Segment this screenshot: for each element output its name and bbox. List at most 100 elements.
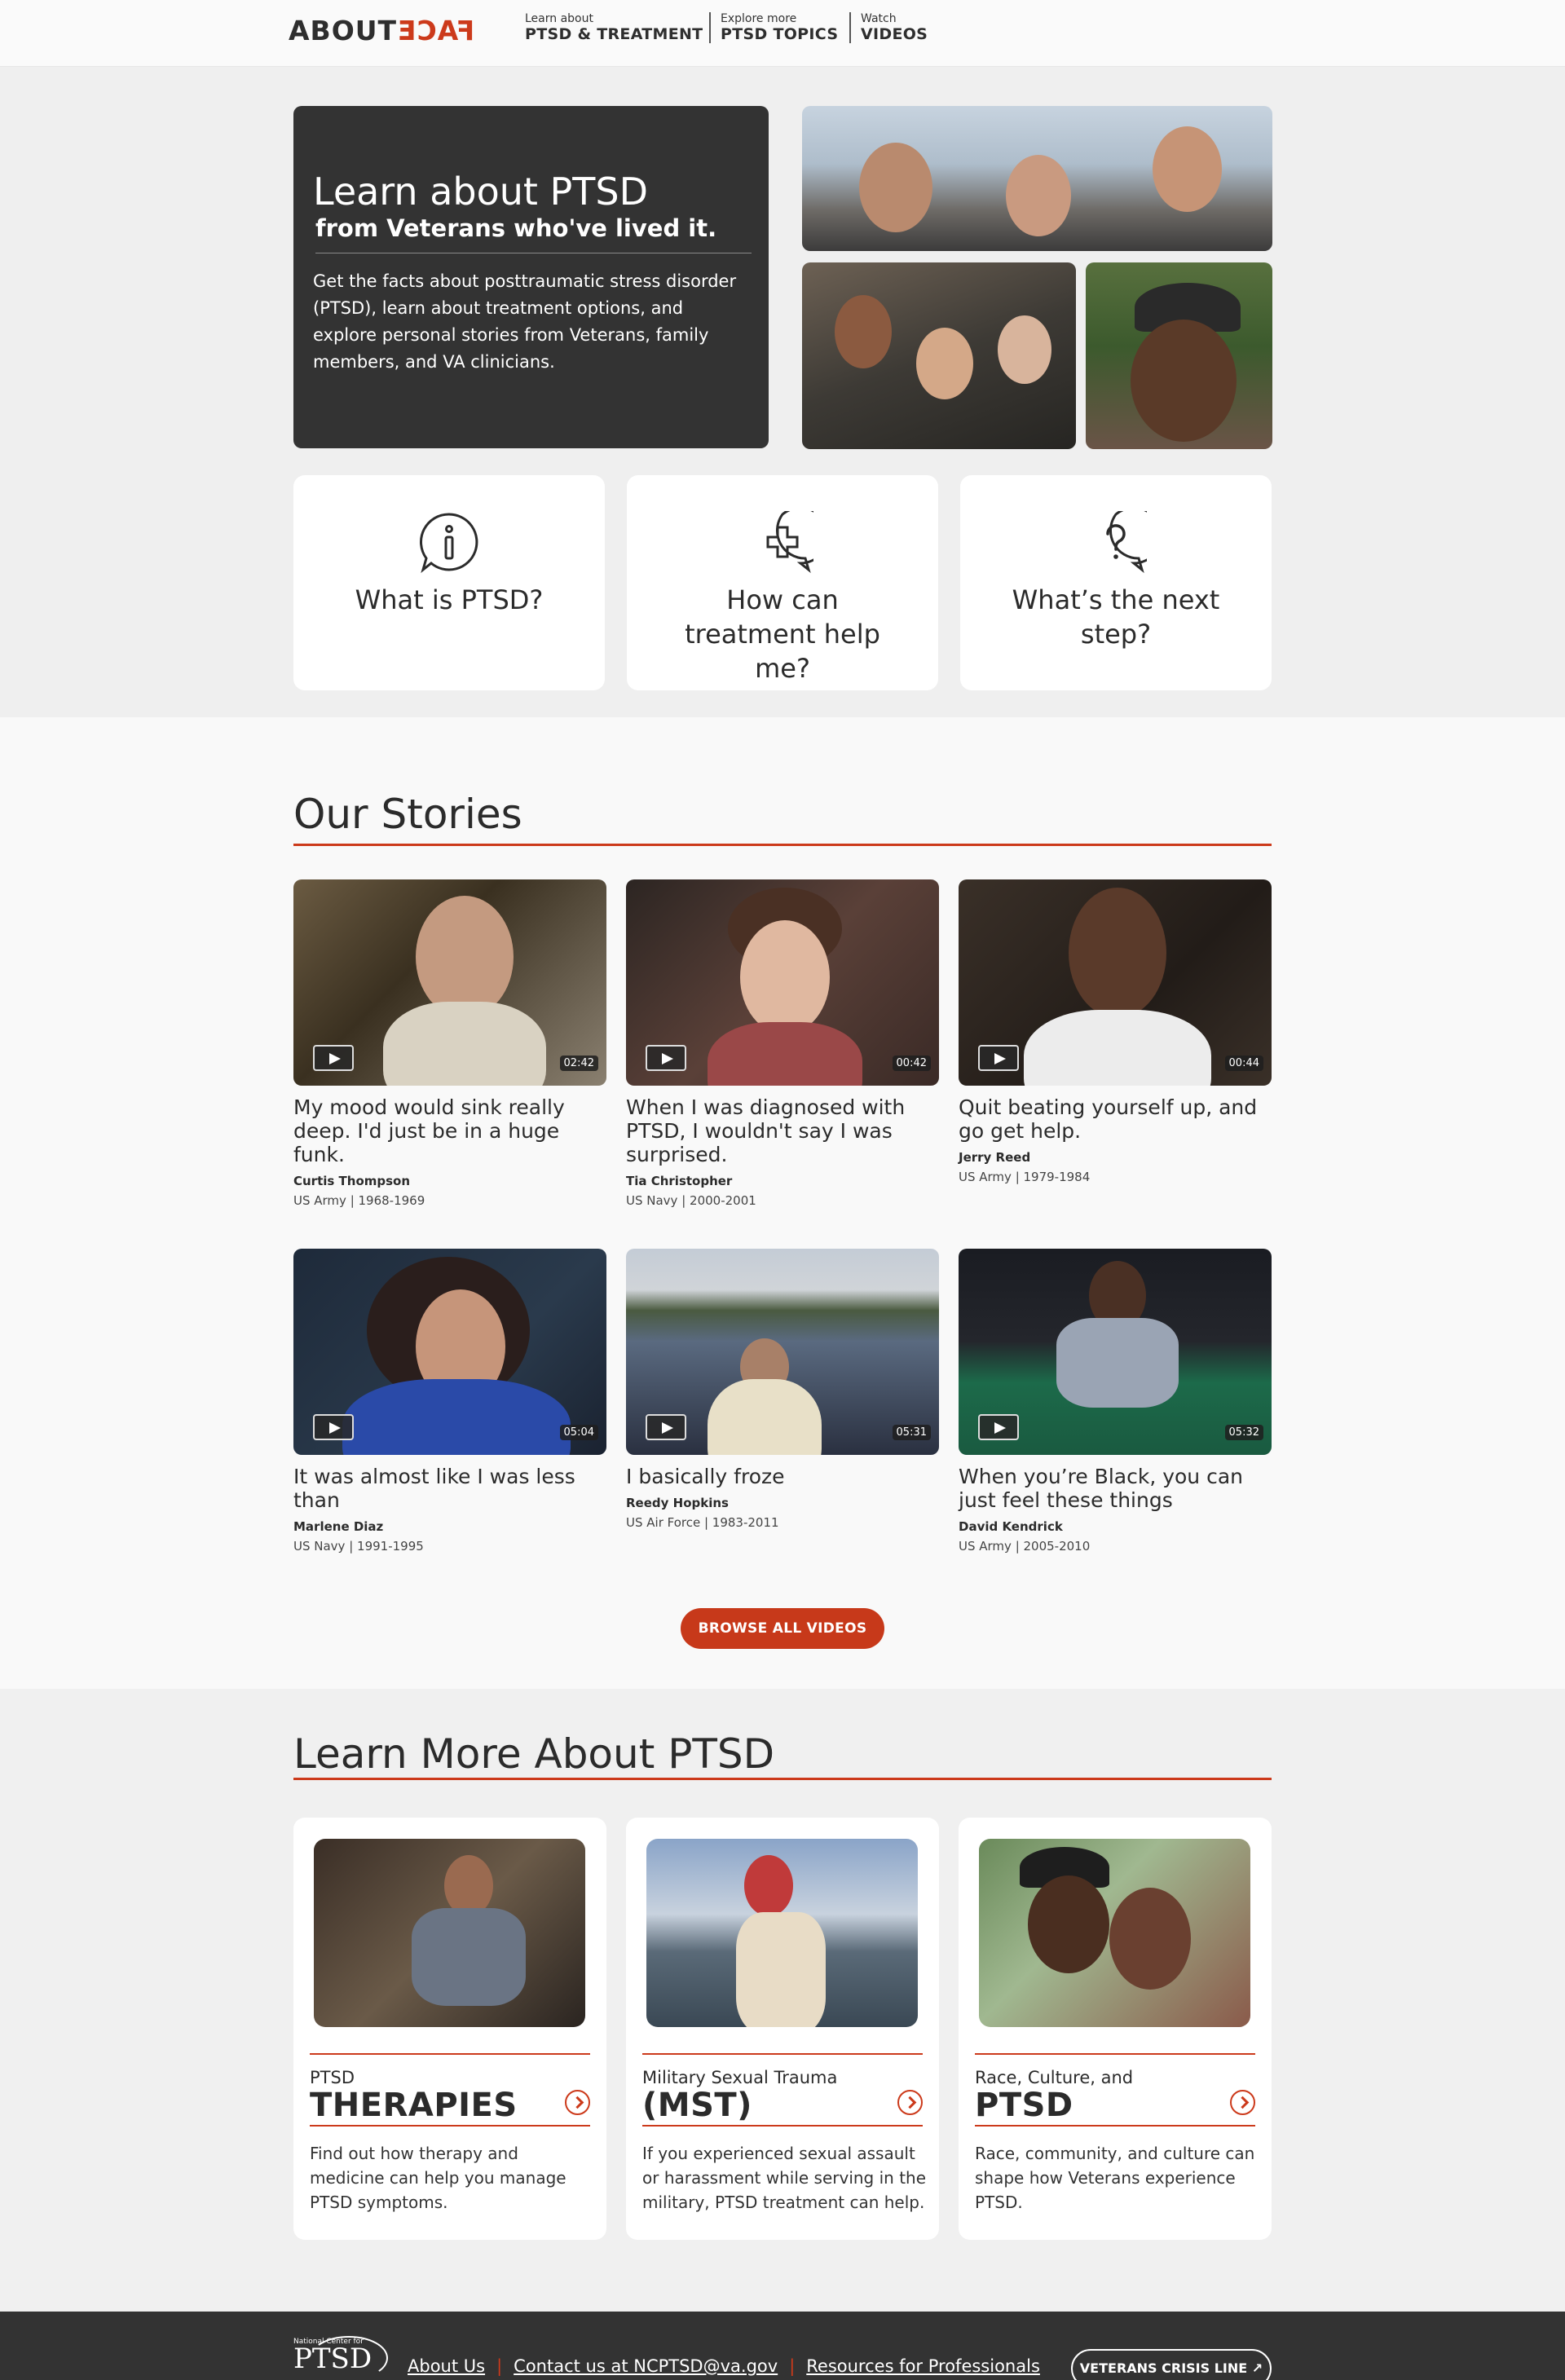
contact-link[interactable]: Contact us at NCPTSD@va.gov — [514, 2356, 778, 2376]
footer-links: About Us | Contact us at NCPTSD@va.gov | Res… — [408, 2356, 1040, 2376]
video-duration: 02:42 — [559, 1056, 598, 1071]
play-icon[interactable] — [978, 1414, 1019, 1440]
crisis-label: VETERANS CRISIS LINE — [1079, 2360, 1248, 2376]
learn-card-therapies[interactable]: PTSD THERAPIES Find out how therapy and … — [293, 1818, 606, 2240]
veteran-cap-photo — [1086, 262, 1272, 449]
nav-item-big: PTSD & TREATMENT — [525, 25, 703, 43]
story-thumbnail[interactable]: 05:32 — [959, 1249, 1272, 1455]
story-name: Curtis Thompson — [293, 1174, 411, 1188]
story-thumbnail[interactable]: 00:42 — [626, 879, 939, 1086]
story-card[interactable]: 02:42 My mood would sink really deep. I'… — [293, 879, 606, 1208]
hero-title: Learn about PTSD — [313, 170, 648, 214]
card-rule — [642, 2125, 923, 2127]
therapies-photo — [314, 1839, 585, 2027]
story-name: Jerry Reed — [959, 1150, 1031, 1165]
external-link-icon: ↗ — [1251, 2360, 1263, 2376]
video-duration: 00:42 — [892, 1056, 931, 1071]
card-heading: PTSD — [975, 2087, 1073, 2124]
card-kicker: Military Sexual Trauma — [642, 2068, 838, 2087]
veterans-crisis-line-button[interactable]: VETERANS CRISIS LINE ↗ — [1071, 2349, 1272, 2380]
logo-big-text: PTSD — [293, 2343, 373, 2375]
learn-card-mst[interactable]: Military Sexual Trauma (MST) If you expe… — [626, 1818, 939, 2240]
story-card[interactable]: 05:32 When you’re Black, you can just fe… — [959, 1249, 1272, 1554]
story-thumbnail[interactable]: 05:04 — [293, 1249, 606, 1455]
card-rule — [642, 2053, 923, 2055]
play-icon[interactable] — [646, 1414, 686, 1440]
site-footer: National Center for PTSD About Us | Contac… — [0, 2312, 1565, 2380]
video-duration: 05:31 — [892, 1425, 931, 1440]
hero-description: Get the facts about posttraumatic stress… — [313, 271, 737, 372]
video-duration: 05:32 — [1224, 1425, 1263, 1440]
story-thumbnail[interactable]: 05:31 — [626, 1249, 939, 1455]
story-branch: US Army | 1979-1984 — [959, 1170, 1091, 1184]
story-quote[interactable]: When you’re Black, you can just feel the… — [959, 1465, 1272, 1512]
hero-subtitle: from Veterans who've lived it. — [315, 214, 752, 253]
story-quote[interactable]: I basically froze — [626, 1465, 939, 1488]
story-branch: US Army | 1968-1969 — [293, 1193, 425, 1208]
story-card[interactable]: 05:04 It was almost like I was less than… — [293, 1249, 606, 1554]
card-label: What’s the next step? — [1012, 584, 1220, 650]
nav-ptsd-treatment[interactable]: Learn about PTSD & TREATMENT — [515, 12, 703, 43]
card-label: How can treatment help me? — [685, 584, 880, 684]
card-heading: THERAPIES — [310, 2087, 518, 2124]
arrow-right-circle-icon[interactable] — [897, 2090, 923, 2115]
play-icon[interactable] — [646, 1045, 686, 1071]
story-card[interactable]: 00:44 Quit beating yourself up, and go g… — [959, 879, 1272, 1184]
link-separator: | — [496, 2356, 503, 2376]
story-quote[interactable]: When I was diagnosed with PTSD, I wouldn… — [626, 1095, 939, 1166]
nav-item-small: Explore more — [721, 12, 797, 25]
story-branch: US Navy | 1991-1995 — [293, 1539, 424, 1554]
story-card[interactable]: 00:42 When I was diagnosed with PTSD, I … — [626, 879, 939, 1208]
plus-bubble-icon — [766, 511, 813, 573]
card-kicker: Race, Culture, and — [975, 2068, 1134, 2087]
nav-item-small: Watch — [861, 12, 897, 25]
card-next-step[interactable]: What’s the next step? — [960, 475, 1272, 690]
learn-more-heading: Learn More About PTSD — [293, 1730, 775, 1778]
hero-intro-box: Learn about PTSD from Veterans who've li… — [293, 106, 769, 448]
link-separator: | — [789, 2356, 796, 2376]
play-icon[interactable] — [313, 1414, 354, 1440]
card-label: What is PTSD? — [355, 584, 544, 615]
story-branch: US Army | 2005-2010 — [959, 1539, 1091, 1554]
story-thumbnail[interactable]: 00:44 — [959, 879, 1272, 1086]
mst-photo — [646, 1839, 918, 2027]
question-bubble-icon — [1106, 511, 1147, 573]
nav-videos[interactable]: Watch VIDEOS — [849, 12, 928, 43]
video-duration: 00:44 — [1224, 1056, 1263, 1071]
nav-item-small: Learn about — [525, 12, 593, 25]
logo-face-text: FACE — [397, 15, 475, 46]
story-branch: US Navy | 2000-2001 — [626, 1193, 756, 1208]
aboutface-logo[interactable]: ABOUT FACE — [289, 15, 474, 46]
learn-card-race-culture[interactable]: Race, Culture, and PTSD Race, community,… — [959, 1818, 1272, 2240]
story-quote[interactable]: Quit beating yourself up, and go get hel… — [959, 1095, 1272, 1143]
story-thumbnail[interactable]: 02:42 — [293, 879, 606, 1086]
play-icon[interactable] — [978, 1045, 1019, 1071]
race-culture-photo — [979, 1839, 1250, 2027]
card-what-is-ptsd[interactable]: What is PTSD? — [293, 475, 605, 690]
card-kicker: PTSD — [310, 2068, 355, 2087]
about-us-link[interactable]: About Us — [408, 2356, 485, 2376]
info-bubble-icon — [420, 513, 478, 573]
card-description: Find out how therapy and medicine can he… — [310, 2144, 566, 2212]
learn-more-divider — [293, 1778, 1272, 1780]
top-navigation: ABOUT FACE Learn about PTSD & TREATMENT E… — [0, 0, 1565, 67]
browse-all-videos-button[interactable]: BROWSE ALL VIDEOS — [681, 1608, 884, 1649]
card-treatment-help[interactable]: How can treatment help me? — [627, 475, 938, 690]
card-rule — [975, 2125, 1255, 2127]
card-rule — [310, 2053, 590, 2055]
story-card[interactable]: 05:31 I basically froze Reedy Hopkins US… — [626, 1249, 939, 1530]
ncptsd-logo[interactable]: National Center for PTSD — [293, 2338, 373, 2375]
story-branch: US Air Force | 1983-2011 — [626, 1515, 779, 1530]
resources-link[interactable]: Resources for Professionals — [806, 2356, 1040, 2376]
arrow-right-circle-icon[interactable] — [565, 2090, 590, 2115]
logo-about-text: ABOUT — [289, 15, 398, 46]
stories-heading: Our Stories — [293, 791, 522, 838]
nav-ptsd-topics[interactable]: Explore more PTSD TOPICS — [709, 12, 838, 43]
nav-item-big: VIDEOS — [861, 25, 928, 43]
story-quote[interactable]: It was almost like I was less than — [293, 1465, 606, 1512]
card-rule — [975, 2053, 1255, 2055]
nav-item-big: PTSD TOPICS — [721, 25, 839, 43]
play-icon[interactable] — [313, 1045, 354, 1071]
story-quote[interactable]: My mood would sink really deep. I'd just… — [293, 1095, 606, 1166]
arrow-right-circle-icon[interactable] — [1230, 2090, 1255, 2115]
